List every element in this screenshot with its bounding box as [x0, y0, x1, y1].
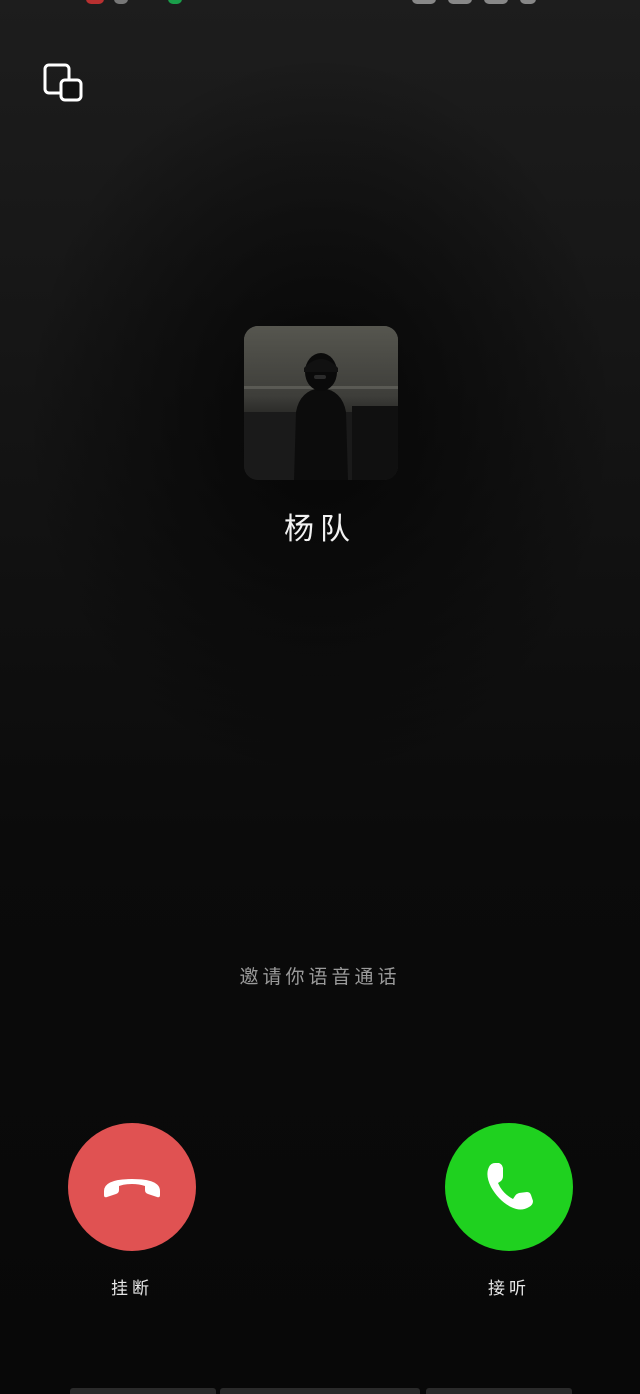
signal-icon-3 [484, 0, 508, 4]
status-indicator-red [86, 0, 104, 4]
status-indicator-green [168, 0, 182, 4]
floating-window-icon [43, 63, 83, 102]
bottom-bar-segment-mid [220, 1388, 420, 1394]
bottom-bar-segment-left [70, 1388, 216, 1394]
decline-button[interactable] [68, 1123, 196, 1251]
status-indicator-gray [114, 0, 128, 4]
status-bar [0, 0, 640, 8]
floating-window-button[interactable] [40, 60, 86, 106]
wifi-icon [520, 0, 536, 4]
phone-hangup-icon [104, 1179, 160, 1198]
caller-avatar [244, 326, 398, 480]
decline-label: 挂断 [111, 1279, 153, 1299]
signal-icon-2 [448, 0, 472, 4]
caller-name: 杨队 [284, 512, 356, 547]
accept-button[interactable] [445, 1123, 573, 1251]
bottom-bar-segment-right [426, 1388, 572, 1394]
phone-answer-icon [487, 1163, 533, 1210]
call-status-text: 邀请你语音通话 [239, 966, 401, 988]
signal-icon [412, 0, 436, 4]
voice-call-screen: 杨队 邀请你语音通话 挂断 接听 [0, 0, 640, 1394]
accept-label: 接听 [488, 1279, 530, 1299]
